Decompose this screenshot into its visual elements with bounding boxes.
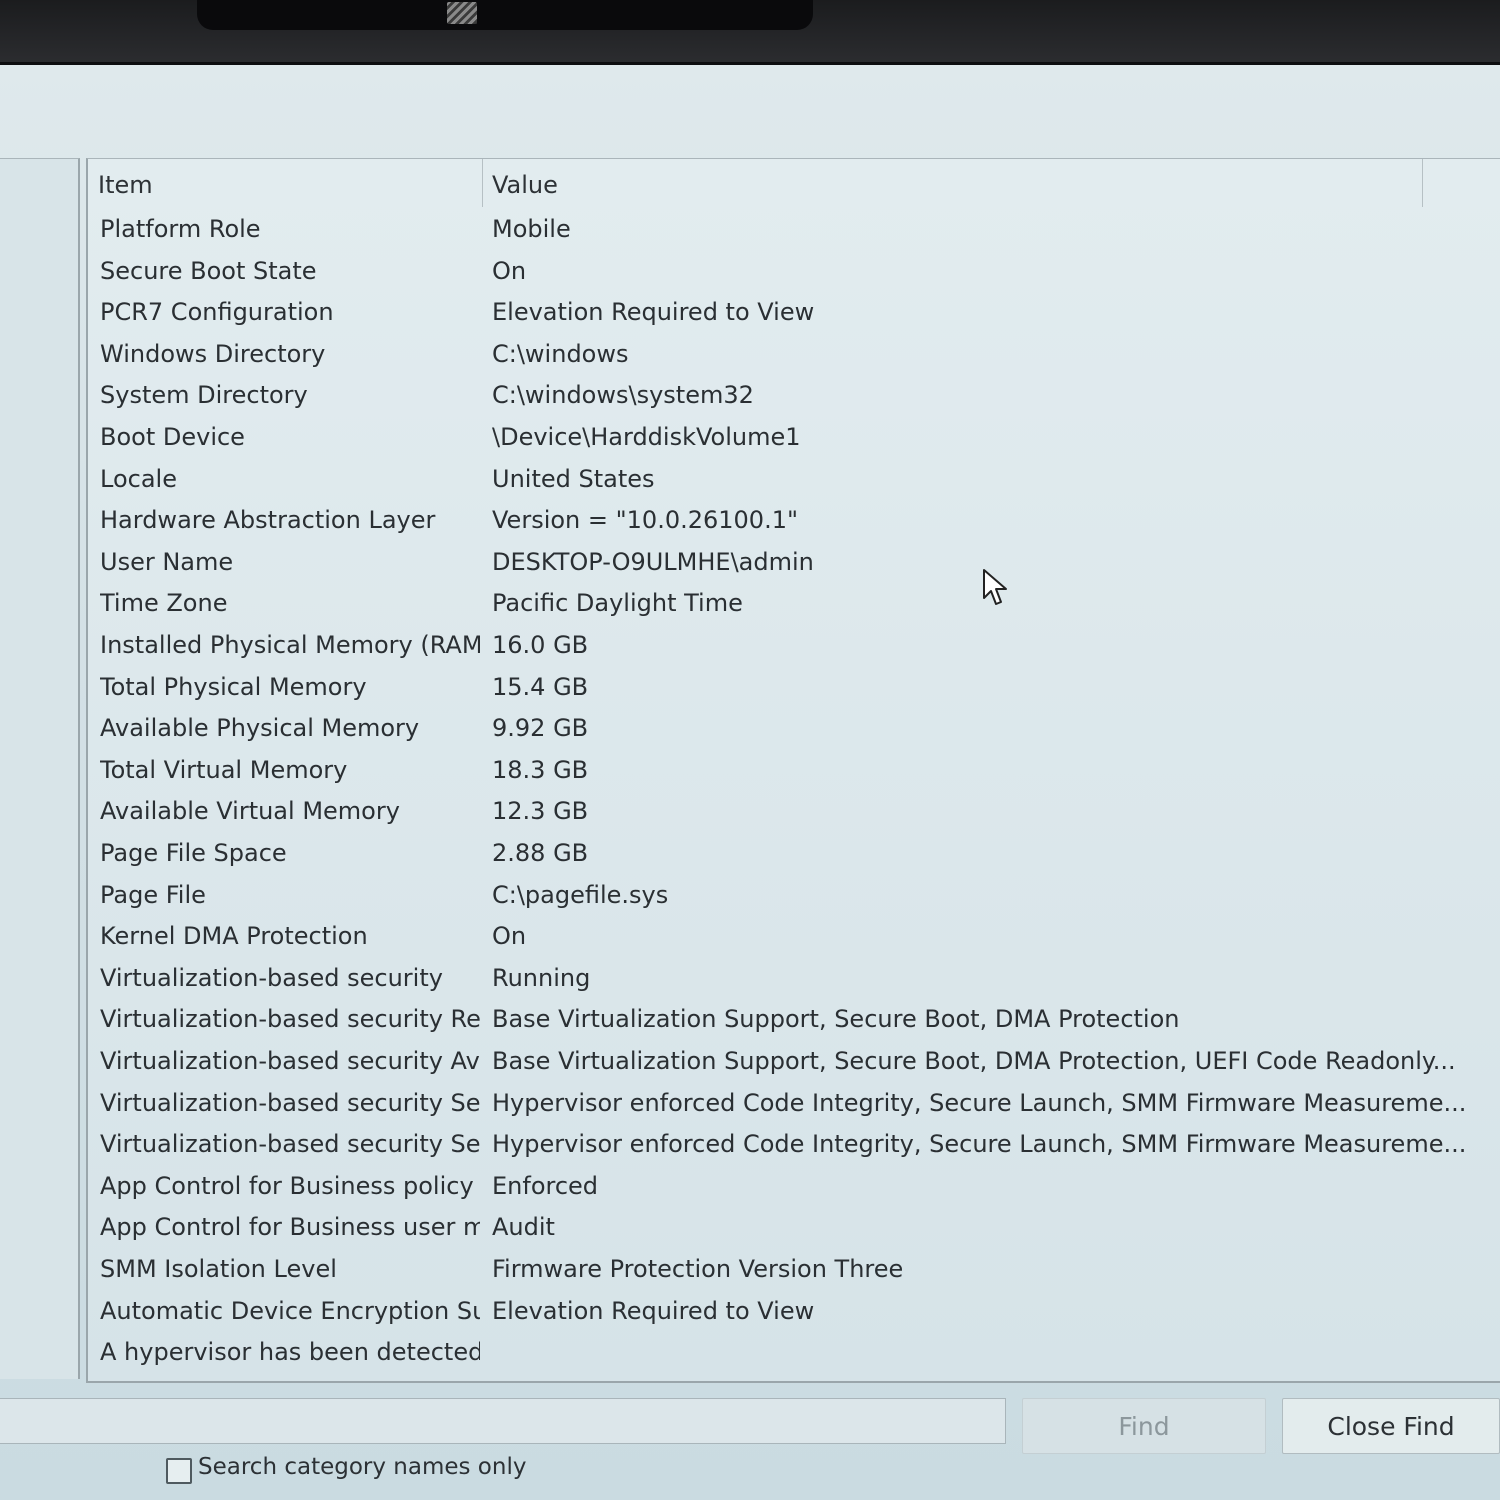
row-item-name: Total Physical Memory	[100, 672, 367, 701]
row-item-value: C:\pagefile.sys	[492, 880, 669, 909]
row-item-name: Windows Directory	[100, 339, 326, 368]
table-row[interactable]: Hardware Abstraction Layer Version = "10.…	[88, 500, 1488, 540]
table-row[interactable]: PCR7 Configuration Elevation Required to …	[88, 292, 1488, 332]
row-item-value: C:\windows	[492, 339, 629, 368]
row-item-name: System Directory	[100, 381, 308, 410]
row-item-value: Audit	[492, 1213, 555, 1242]
row-item-name: Installed Physical Memory (RAM)	[100, 631, 480, 659]
table-row[interactable]: Locale United States	[88, 459, 1488, 499]
row-item-value: Running	[492, 963, 591, 992]
table-row[interactable]: Available Virtual Memory 12.3 GB	[88, 791, 1488, 831]
laptop-bezel	[0, 0, 1500, 65]
table-row[interactable]: Boot Device \Device\HarddiskVolume1	[88, 417, 1488, 457]
row-item-value: Elevation Required to View	[492, 298, 815, 327]
row-item-value: 18.3 GB	[492, 755, 589, 784]
row-item-value: Hypervisor enforced Code Integrity, Secu…	[492, 1130, 1467, 1159]
row-item-value: 9.92 GB	[492, 714, 589, 743]
find-what-input[interactable]	[0, 1398, 1006, 1444]
table-row[interactable]: Available Physical Memory 9.92 GB	[88, 708, 1488, 748]
row-item-name: Virtualization-based security Av...	[100, 1047, 480, 1075]
row-item-name: Total Virtual Memory	[100, 755, 348, 784]
row-item-value: On	[492, 922, 527, 951]
row-item-value: 2.88 GB	[492, 839, 589, 867]
search-category-names-checkbox[interactable]	[166, 1458, 192, 1484]
table-row[interactable]: Page File Space 2.88 GB	[88, 833, 1488, 873]
camera-bar	[197, 0, 813, 30]
table-row[interactable]: App Control for Business policy Enforced	[88, 1166, 1488, 1206]
column-header-item[interactable]: Item	[98, 165, 153, 205]
row-item-value: Elevation Required to View	[492, 1296, 815, 1325]
table-row[interactable]: Windows Directory C:\windows	[88, 334, 1488, 374]
camera-shutter-icon	[447, 2, 477, 24]
row-item-name: Available Physical Memory	[100, 714, 420, 743]
table-row[interactable]: Secure Boot State On	[88, 251, 1488, 291]
category-tree-pane[interactable]	[0, 158, 80, 1379]
table-row[interactable]: Total Physical Memory 15.4 GB	[88, 667, 1488, 707]
row-item-value: Firmware Protection Version Three	[492, 1255, 904, 1283]
table-row[interactable]: System Directory C:\windows\system32	[88, 375, 1488, 415]
find-button[interactable]: Find	[1022, 1398, 1266, 1454]
find-bar: Find Close Find Search category names on…	[0, 1380, 1500, 1500]
row-item-name: Page File	[100, 880, 206, 909]
row-item-value: Enforced	[492, 1171, 599, 1200]
table-row[interactable]: Platform Role Mobile	[88, 209, 1488, 249]
row-item-value: 16.0 GB	[492, 631, 589, 659]
row-item-value: On	[492, 256, 527, 285]
table-row[interactable]: Page File C:\pagefile.sys	[88, 875, 1488, 915]
row-item-name: Kernel DMA Protection	[100, 922, 368, 951]
table-row[interactable]: Kernel DMA Protection On	[88, 916, 1488, 956]
row-item-value: C:\windows\system32	[492, 381, 754, 410]
row-item-name: Platform Role	[100, 215, 261, 243]
row-item-name: Virtualization-based security Se...	[100, 1130, 480, 1159]
row-item-name: Boot Device	[100, 423, 245, 451]
row-item-value: 15.4 GB	[492, 672, 589, 701]
row-item-name: Page File Space	[100, 839, 287, 867]
row-item-name: Available Virtual Memory	[100, 797, 400, 826]
row-item-name: Virtualization-based security	[100, 963, 443, 992]
table-row[interactable]: SMM Isolation Level Firmware Protection V…	[88, 1249, 1488, 1289]
row-item-name: PCR7 Configuration	[100, 298, 334, 327]
table-row[interactable]: App Control for Business user m... Audit	[88, 1207, 1488, 1247]
table-row[interactable]: Installed Physical Memory (RAM) 16.0 GB	[88, 625, 1488, 665]
row-item-name: Secure Boot State	[100, 256, 317, 285]
column-separator[interactable]	[482, 159, 483, 207]
row-item-name: User Name	[100, 547, 234, 576]
table-row[interactable]: Time Zone Pacific Daylight Time	[88, 583, 1488, 623]
close-find-button[interactable]: Close Find	[1282, 1398, 1500, 1454]
column-header-value[interactable]: Value	[492, 165, 558, 205]
table-row[interactable]: User Name DESKTOP-O9ULMHE\admin	[88, 542, 1488, 582]
row-item-name: Automatic Device Encryption Su...	[100, 1296, 480, 1325]
row-item-name: Virtualization-based security Se...	[100, 1088, 480, 1117]
row-item-name: App Control for Business user m...	[100, 1213, 480, 1242]
row-item-name: Hardware Abstraction Layer	[100, 506, 436, 535]
table-row[interactable]: Virtualization-based security Av... Base …	[88, 1041, 1488, 1081]
row-item-value: \Device\HarddiskVolume1	[492, 423, 801, 451]
table-row[interactable]: Virtualization-based security Re... Base …	[88, 999, 1488, 1039]
row-item-value: Hypervisor enforced Code Integrity, Secu…	[492, 1088, 1467, 1117]
row-item-value: United States	[492, 464, 655, 493]
row-item-name: App Control for Business policy	[100, 1171, 474, 1200]
row-item-value: 12.3 GB	[492, 797, 589, 826]
row-item-value: Base Virtualization Support, Secure Boot…	[492, 1005, 1180, 1034]
table-row[interactable]: Virtualization-based security Se... Hyper…	[88, 1124, 1488, 1164]
row-item-value: Mobile	[492, 215, 571, 243]
column-separator[interactable]	[1422, 159, 1423, 207]
table-row[interactable]: Automatic Device Encryption Su... Elevati…	[88, 1291, 1488, 1331]
row-item-name: Virtualization-based security Re...	[100, 1005, 480, 1034]
row-item-name: Time Zone	[100, 589, 228, 618]
mouse-pointer-icon	[983, 569, 1007, 605]
table-row[interactable]: Virtualization-based security Running	[88, 958, 1488, 998]
row-item-name: A hypervisor has been detected....	[100, 1338, 480, 1367]
table-row[interactable]: A hypervisor has been detected....	[88, 1332, 1488, 1372]
table-row[interactable]: Total Virtual Memory 18.3 GB	[88, 750, 1488, 790]
row-item-name: Locale	[100, 464, 177, 493]
details-list-pane[interactable]: Item Value Platform Role Mobile Secure Boo…	[86, 158, 1500, 1383]
row-item-value: Base Virtualization Support, Secure Boot…	[492, 1047, 1456, 1075]
row-item-name: SMM Isolation Level	[100, 1255, 337, 1283]
row-item-value: Version = "10.0.26100.1"	[492, 506, 799, 535]
checkbox-label[interactable]: Search category names only	[198, 1454, 526, 1480]
table-row[interactable]: Virtualization-based security Se... Hyper…	[88, 1083, 1488, 1123]
